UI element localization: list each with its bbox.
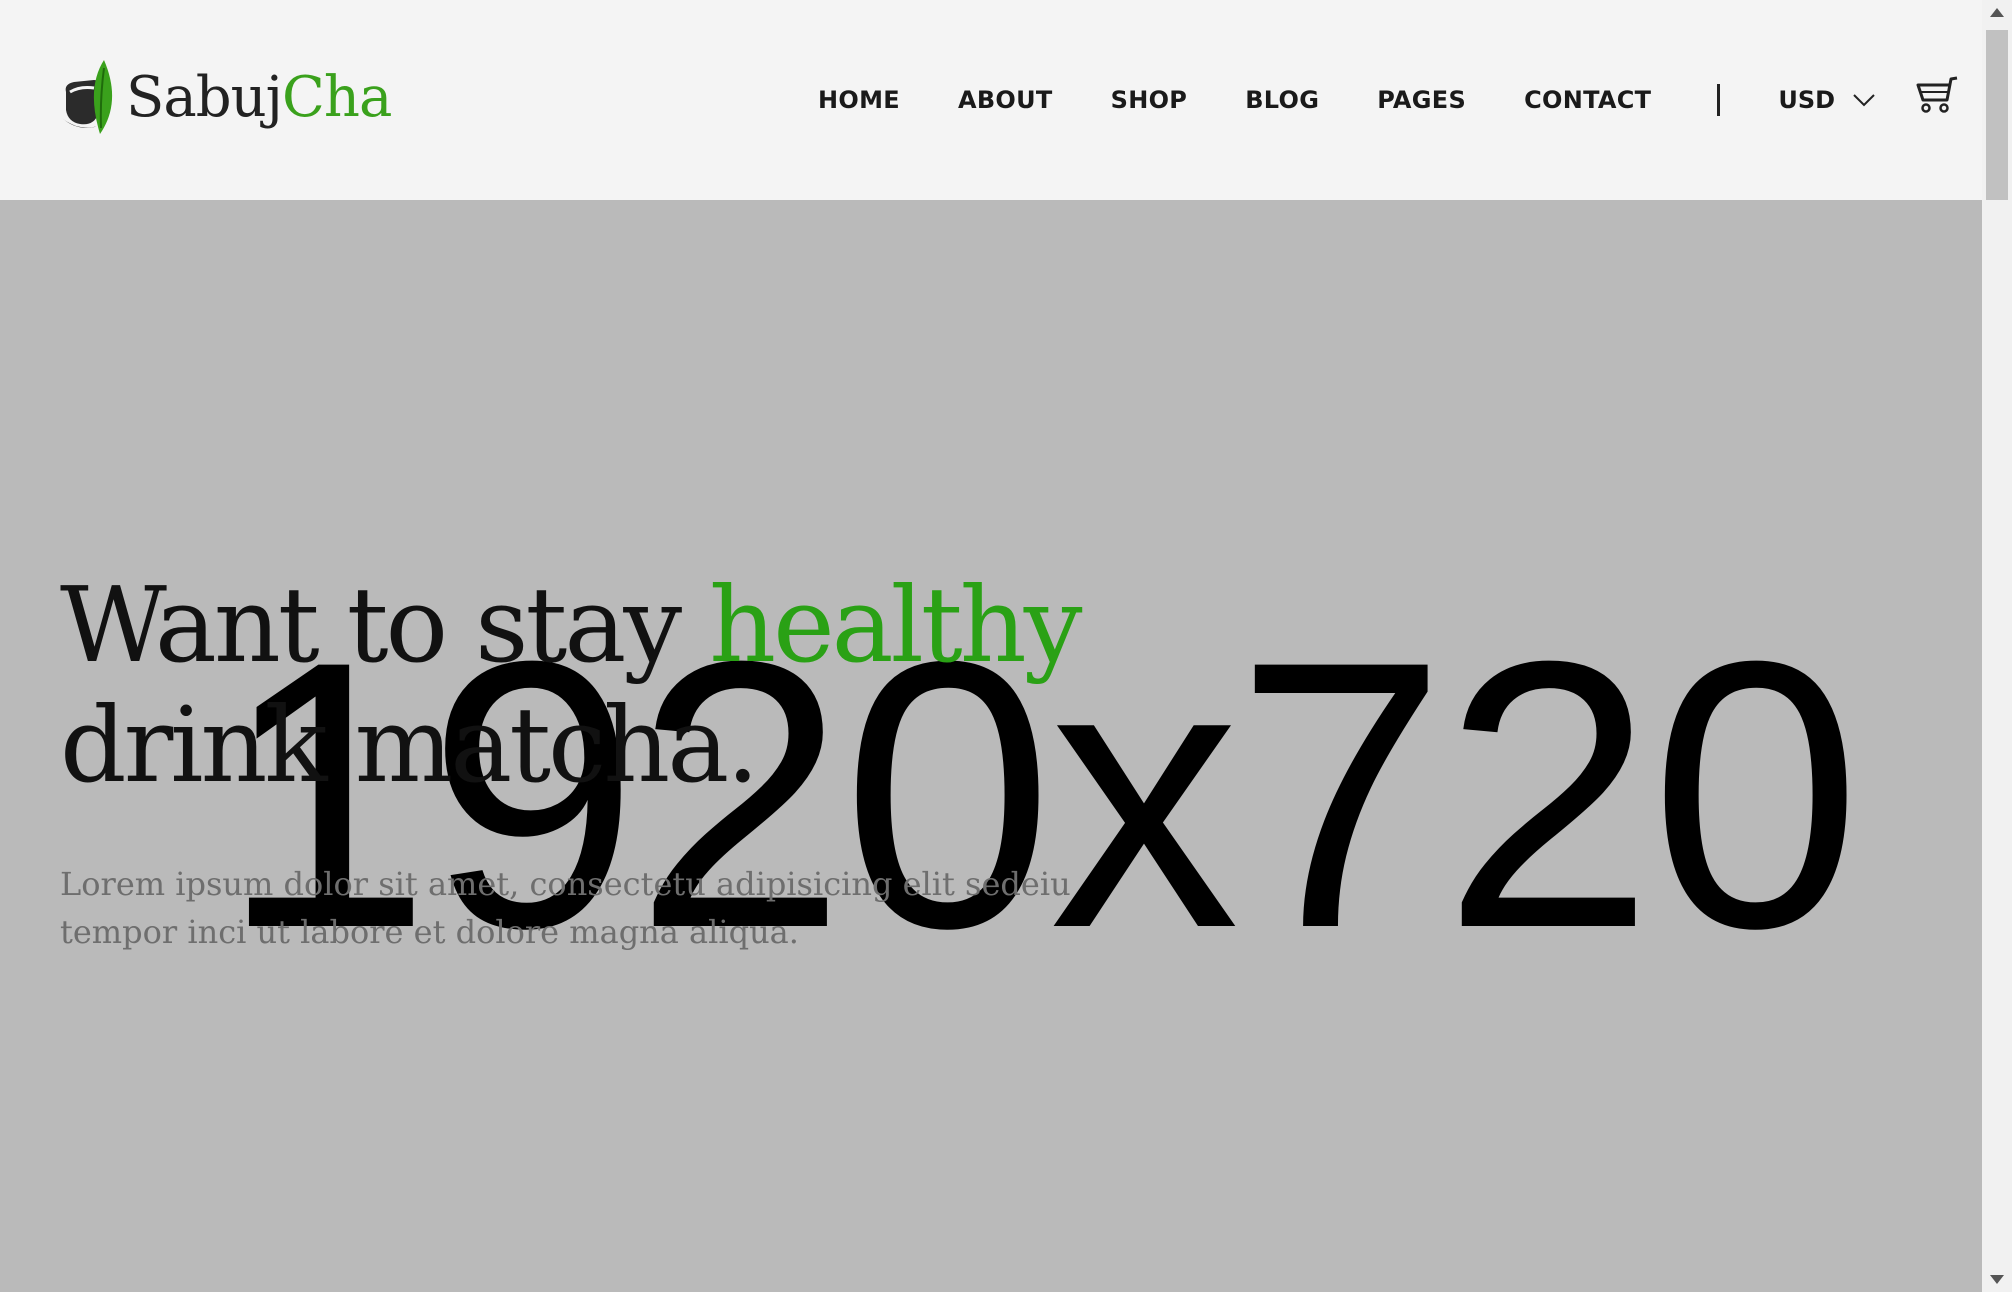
hero-subtext: Lorem ipsum dolor sit amet, consectetu a…: [60, 865, 1071, 951]
tea-cup-leaf-logo-icon: [62, 60, 113, 134]
brand-logo[interactable]: SabujCha: [60, 56, 392, 140]
hero-banner: 1920x720 Want to stay healthy drink matc…: [0, 200, 1982, 1292]
brand-name-part1: Sabuj: [126, 65, 283, 130]
nav-about[interactable]: ABOUT: [958, 86, 1053, 114]
chevron-down-icon: [1853, 94, 1875, 107]
vertical-scrollbar[interactable]: [1982, 0, 2012, 1292]
headline-part2: drink matcha.: [60, 684, 759, 806]
currency-label: USD: [1778, 86, 1836, 114]
headline-accent: healthy: [709, 564, 1082, 686]
main-nav: HOME ABOUT SHOP BLOG PAGES CONTACT USD: [780, 76, 1959, 120]
page: SabujCha HOME ABOUT SHOP BLOG PAGES CONT…: [0, 0, 2012, 1292]
scroll-up-arrow-icon[interactable]: [1990, 8, 2004, 17]
nav-contact[interactable]: CONTACT: [1524, 86, 1651, 114]
scroll-down-arrow-icon[interactable]: [1990, 1275, 2004, 1284]
brand-name: SabujCha: [126, 70, 392, 126]
nav-pages[interactable]: PAGES: [1377, 86, 1466, 114]
scroll-thumb[interactable]: [1986, 30, 2008, 200]
currency-selector[interactable]: USD: [1778, 86, 1875, 114]
site-header: SabujCha HOME ABOUT SHOP BLOG PAGES CONT…: [0, 0, 1982, 200]
nav-divider: [1717, 84, 1721, 116]
hero-headline: Want to stay healthy drink matcha.: [60, 564, 1082, 806]
shopping-cart-icon: [1916, 76, 1958, 113]
nav-shop[interactable]: SHOP: [1111, 86, 1188, 114]
nav-home[interactable]: HOME: [818, 86, 900, 114]
cart-button[interactable]: [1915, 76, 1959, 119]
headline-part1: Want to stay: [60, 564, 710, 686]
nav-blog[interactable]: BLOG: [1245, 86, 1319, 114]
brand-name-part2: Cha: [282, 65, 392, 130]
